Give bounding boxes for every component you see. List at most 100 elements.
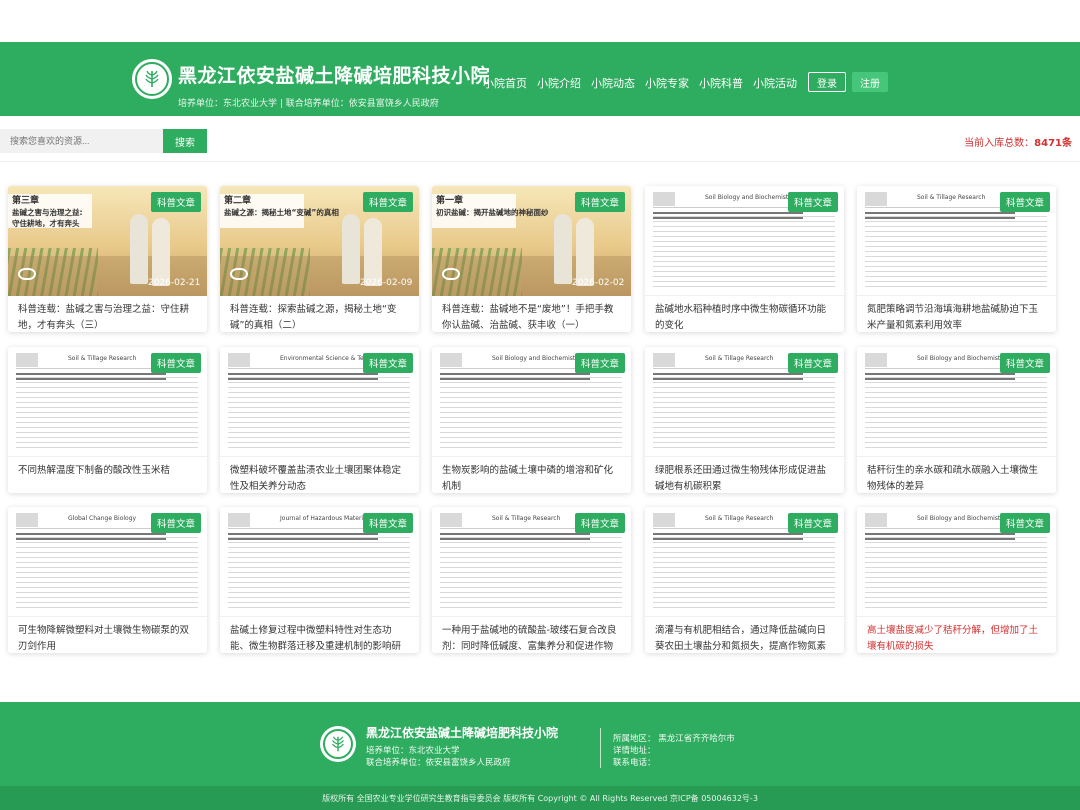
paper-text xyxy=(440,377,622,451)
article-card[interactable]: Soil Biology and Biochemistry 科普文章秸秆衍生的亲水… xyxy=(857,347,1056,493)
category-tag: 科普文章 xyxy=(787,353,838,373)
category-tag: 科普文章 xyxy=(787,192,838,212)
article-card[interactable]: Environmental Science & Technology 科普文章微塑… xyxy=(220,347,419,493)
journal-name: Soil & Tillage Research xyxy=(68,355,137,362)
article-card[interactable]: 第三章 盐碱之害与治理之益: 守住耕地，才有奔头 2026-02-21 科普文章科普连载… xyxy=(8,186,207,332)
site-header: 黑龙江依安盐碱土降碱培肥科技小院 培养单位：东北农业大学 | 联合培养单位：依安… xyxy=(0,42,1080,116)
paper-title-lines xyxy=(16,533,166,543)
category-tag: 科普文章 xyxy=(150,513,201,533)
category-tag: 科普文章 xyxy=(787,513,838,533)
article-title[interactable]: 科普连载：盐碱之害与治理之益：守住耕地，才有奔头（三） xyxy=(18,302,198,332)
journal-logo xyxy=(440,513,462,527)
article-thumbnail[interactable]: Soil & Tillage Research 科普文章 xyxy=(432,507,631,617)
chapter-number: 第二章 xyxy=(224,196,252,206)
site-subtitle: 培养单位：东北农业大学 | 联合培养单位：依安县富饶乡人民政府 xyxy=(178,99,439,109)
article-thumbnail[interactable]: Soil Biology and Biochemistry 科普文章 xyxy=(857,347,1056,457)
eye-icon xyxy=(230,268,248,280)
login-button[interactable]: 登录 xyxy=(808,72,846,92)
category-tag: 科普文章 xyxy=(999,513,1050,533)
article-card[interactable]: 第一章 初识盐碱：揭开盐碱地的神秘面纱 2026-02-02 科普文章科普连载：盐碱地… xyxy=(432,186,631,332)
journal-name: Soil & Tillage Research xyxy=(705,515,774,522)
article-title[interactable]: 秸秆衍生的亲水碳和疏水碳融入土壤微生物残体的差异 xyxy=(867,463,1047,493)
paper-text xyxy=(865,377,1047,451)
wheat-icon xyxy=(145,70,159,87)
paper-text xyxy=(865,537,1047,611)
article-title[interactable]: 可生物降解微塑料对土壤微生物碳泵的双刃剑作用 xyxy=(18,623,198,653)
article-title[interactable]: 氮肥策略调节沿海填海耕地盐碱胁迫下玉米产量和氮素利用效率 xyxy=(867,302,1047,332)
category-tag: 科普文章 xyxy=(150,192,201,212)
footer-phone: 联系电话： xyxy=(613,758,656,768)
chapter-heading: 盐碱之源：揭秘土地“变碱”的真相 xyxy=(224,208,339,217)
journal-name: Journal of Hazardous Materials xyxy=(280,515,372,522)
article-title[interactable]: 滴灌与有机肥相结合，通过降低盐碱向日葵农田土壤盐分和氮损失，提高作物氮素吸收 xyxy=(655,623,835,653)
article-title[interactable]: 盐碱地水稻种植时序中微生物碳循环功能的变化 xyxy=(655,302,835,332)
article-title[interactable]: 绿肥根系还田通过微生物残体形成促进盐碱地有机碳积累 xyxy=(655,463,835,493)
article-title[interactable]: 科普连载：盐碱地不是“废地”！手把手教你认盐碱、治盐碱、获丰收（一） xyxy=(442,302,622,332)
wheat-icon xyxy=(332,736,344,752)
journal-name: Soil & Tillage Research xyxy=(492,515,561,522)
article-card[interactable]: Soil & Tillage Research 科普文章不同热解温度下制备的酸改性… xyxy=(8,347,207,493)
article-card[interactable]: Journal of Hazardous Materials 科普文章盐碱土修复过… xyxy=(220,507,419,653)
paper-title-lines xyxy=(865,373,1015,383)
journal-name: Global Change Biology xyxy=(68,515,137,522)
journal-logo xyxy=(228,513,250,527)
article-thumbnail[interactable]: Soil & Tillage Research 科普文章 xyxy=(857,186,1056,296)
article-title[interactable]: 生物炭影响的盐碱土壤中磷的增溶和矿化机制 xyxy=(442,463,622,493)
article-thumbnail[interactable]: Soil & Tillage Research 科普文章 xyxy=(645,347,844,457)
article-card[interactable]: Soil & Tillage Research 科普文章绿肥根系还田通过微生物残体… xyxy=(645,347,844,493)
article-card[interactable]: Soil Biology and Biochemistry 科普文章生物炭影响的盐… xyxy=(432,347,631,493)
total-label: 当前入库总数： xyxy=(964,138,1035,149)
article-title[interactable]: 不同热解温度下制备的酸改性玉米秸 xyxy=(18,463,198,479)
article-thumbnail[interactable]: Journal of Hazardous Materials 科普文章 xyxy=(220,507,419,617)
nav-activities[interactable]: 小院活动 xyxy=(753,75,797,91)
journal-name: Soil Biology and Biochemistry xyxy=(705,194,795,201)
article-title[interactable]: 高土壤盐度减少了秸秆分解，但增加了土壤有机碳的损失 xyxy=(867,623,1047,653)
paper-title-lines xyxy=(16,373,166,383)
category-tag: 科普文章 xyxy=(999,353,1050,373)
article-thumbnail[interactable]: Soil & Tillage Research 科普文章 xyxy=(645,507,844,617)
article-thumbnail[interactable]: Soil & Tillage Research 科普文章 xyxy=(8,347,207,457)
nav-experts[interactable]: 小院专家 xyxy=(645,75,689,91)
category-tag: 科普文章 xyxy=(362,353,413,373)
total-value: 8471条 xyxy=(1034,138,1072,149)
article-card[interactable]: Soil Biology and Biochemistry 科普文章盐碱地水稻种植… xyxy=(645,186,844,332)
article-thumbnail[interactable]: 第二章 盐碱之源：揭秘土地“变碱”的真相 2026-02-09 科普文章 xyxy=(220,186,419,296)
footer-co-unit: 联合培养单位：依安县富饶乡人民政府 xyxy=(366,758,511,768)
article-thumbnail[interactable]: Soil Biology and Biochemistry 科普文章 xyxy=(645,186,844,296)
footer-address: 详情地址： xyxy=(613,746,656,756)
researcher-figure xyxy=(130,214,148,284)
paper-text xyxy=(653,377,835,451)
footer-logo-emblem xyxy=(323,729,353,759)
nav-science[interactable]: 小院科普 xyxy=(699,75,743,91)
article-thumbnail[interactable]: 第一章 初识盐碱：揭开盐碱地的神秘面纱 2026-02-02 科普文章 xyxy=(432,186,631,296)
article-title[interactable]: 微塑料破坏覆盖盐渍农业土壤团聚体稳定性及相关养分动态 xyxy=(230,463,410,493)
article-thumbnail[interactable]: Soil Biology and Biochemistry 科普文章 xyxy=(857,507,1056,617)
researcher-figure xyxy=(152,218,170,286)
paper-title-lines xyxy=(653,212,803,222)
article-card[interactable]: Soil & Tillage Research 科普文章滴灌与有机肥相结合，通过降… xyxy=(645,507,844,653)
register-button[interactable]: 注册 xyxy=(852,72,888,92)
footer-separator xyxy=(600,728,601,768)
article-thumbnail[interactable]: Soil Biology and Biochemistry 科普文章 xyxy=(432,347,631,457)
article-card[interactable]: Soil & Tillage Research 科普文章一种用于盐碱地的硫酸盐-玻… xyxy=(432,507,631,653)
search-input[interactable] xyxy=(0,129,163,153)
nav-home[interactable]: 小院首页 xyxy=(483,75,527,91)
site-logo[interactable] xyxy=(132,59,172,99)
article-title[interactable]: 一种用于盐碱地的硫酸盐-玻缕石复合改良剂：同时降低碱度、富集养分和促进作物生长 xyxy=(442,623,622,653)
chapter-subheading: 守住耕地，才有奔头 xyxy=(12,219,80,228)
article-title[interactable]: 盐碱土修复过程中微塑料特性对生态功能、微生物群落迁移及重建机制的影响研究 xyxy=(230,623,410,653)
paper-text xyxy=(16,537,198,611)
article-card[interactable]: Soil & Tillage Research 科普文章氮肥策略调节沿海填海耕地盐… xyxy=(857,186,1056,332)
article-thumbnail[interactable]: 第三章 盐碱之害与治理之益: 守住耕地，才有奔头 2026-02-21 科普文章 xyxy=(8,186,207,296)
nav-news[interactable]: 小院动态 xyxy=(591,75,635,91)
article-thumbnail[interactable]: Environmental Science & Technology 科普文章 xyxy=(220,347,419,457)
search-button[interactable]: 搜索 xyxy=(163,129,207,153)
article-title[interactable]: 科普连载：探索盐碱之源，揭秘土地“变碱”的真相（二） xyxy=(230,302,410,332)
article-card[interactable]: Global Change Biology 科普文章可生物降解微塑料对土壤微生物碳… xyxy=(8,507,207,653)
article-thumbnail[interactable]: Global Change Biology 科普文章 xyxy=(8,507,207,617)
journal-name: Soil Biology and Biochemistry xyxy=(492,355,582,362)
article-card[interactable]: Soil Biology and Biochemistry 科普文章高土壤盐度减少… xyxy=(857,507,1056,653)
paper-text xyxy=(228,537,410,611)
nav-intro[interactable]: 小院介绍 xyxy=(537,75,581,91)
article-card[interactable]: 第二章 盐碱之源：揭秘土地“变碱”的真相 2026-02-09 科普文章 科普连载：探索… xyxy=(220,186,419,332)
